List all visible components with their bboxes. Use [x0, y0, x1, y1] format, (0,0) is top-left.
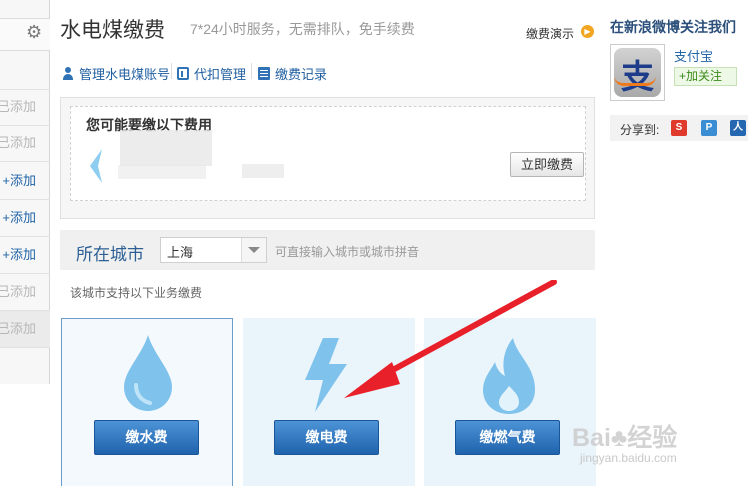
demo-link[interactable]: 缴费演示 — [526, 25, 574, 42]
chevron-down-icon — [248, 247, 260, 253]
share-label: 分享到: — [620, 123, 660, 137]
blurred-account-info — [118, 165, 206, 179]
alipay-logo-swoosh — [614, 76, 656, 86]
nav-divider — [251, 63, 252, 79]
nav-label: 管理水电煤账号 — [79, 67, 171, 82]
card-icon — [177, 67, 189, 80]
gear-icon[interactable]: ⚙ — [26, 22, 42, 43]
city-value: 上海 — [167, 245, 194, 260]
weibo-title: 在新浪微博关注我们 — [610, 19, 736, 35]
sidebar-divider — [0, 347, 50, 348]
sidebar-item-label: 已添加 — [0, 99, 36, 114]
weibo-account-name[interactable]: 支付宝 — [674, 46, 713, 65]
pay-water-button[interactable]: 缴水费 — [94, 420, 199, 455]
qq-share-icon[interactable]: P — [701, 120, 717, 136]
nav-divider — [171, 63, 172, 79]
page-title: 水电煤缴费 — [60, 19, 165, 42]
pay-now-button[interactable]: 立即缴费 — [510, 152, 584, 177]
sidebar-item-label: +添加 — [2, 247, 36, 262]
sidebar-item-label: +添加 — [2, 210, 36, 225]
baidu-jingyan-watermark: Bai♣经验 — [572, 424, 678, 452]
sidebar-item-1: 已添加 — [0, 89, 50, 125]
sidebar-item-7: 已添加 — [0, 311, 50, 347]
page-subtitle: 7*24小时服务，无需排队，免手续费 — [190, 21, 415, 37]
sohu-share-icon[interactable]: S — [671, 120, 687, 136]
sidebar-item-label: 已添加 — [0, 135, 36, 150]
city-hint: 可直接输入城市或城市拼音 — [275, 245, 420, 259]
city-label: 所在城市 — [76, 245, 144, 264]
nav-auto-debit[interactable]: 代扣管理 — [177, 64, 246, 83]
renren-share-icon[interactable]: 人 — [730, 120, 746, 136]
blurred-amount — [242, 164, 284, 178]
sidebar-item-label: 已添加 — [0, 321, 36, 336]
water-drop-icon — [124, 335, 172, 411]
pay-gas-button[interactable]: 缴燃气费 — [455, 420, 560, 455]
nav-label: 缴费记录 — [275, 67, 328, 82]
sidebar-divider — [0, 161, 50, 162]
nav-manage-accounts[interactable]: 管理水电煤账号 — [62, 64, 170, 83]
sidebar-header — [0, 18, 50, 51]
bill-type-icon — [90, 149, 102, 183]
sidebar-item-5[interactable]: +添加 — [0, 237, 50, 273]
sidebar-item-6: 已添加 — [0, 274, 50, 310]
pay-electricity-button[interactable]: 缴电费 — [274, 420, 379, 455]
nav-payment-records[interactable]: 缴费记录 — [258, 64, 327, 83]
user-icon — [62, 67, 74, 80]
sidebar-item-label: +添加 — [2, 173, 36, 188]
sidebar-item-2: 已添加 — [0, 125, 50, 161]
follow-button[interactable]: +加关注 — [674, 67, 737, 86]
list-icon — [258, 67, 270, 80]
alipay-logo-glyph: 支 — [621, 58, 654, 95]
nav-label: 代扣管理 — [194, 67, 247, 82]
play-icon[interactable]: ▶ — [581, 25, 594, 38]
sidebar-item-3[interactable]: +添加 — [0, 163, 50, 199]
annotation-arrow — [344, 280, 557, 398]
sidebar-item-label: 已添加 — [0, 284, 36, 299]
blurred-account-info — [120, 130, 212, 166]
sidebar-item-4[interactable]: +添加 — [0, 200, 50, 236]
supported-services-text: 该城市支持以下业务缴费 — [70, 286, 203, 300]
watermark-url: jingyan.baidu.com — [580, 451, 677, 465]
